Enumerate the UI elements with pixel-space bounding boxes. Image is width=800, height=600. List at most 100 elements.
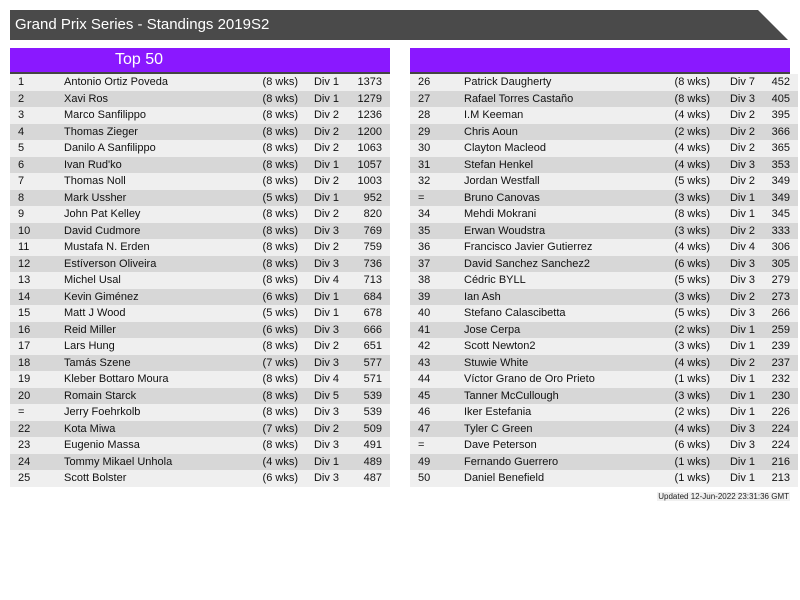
rank-cell: 31 — [410, 156, 464, 173]
rank-cell: 35 — [410, 222, 464, 239]
points: 539 — [346, 387, 390, 404]
rank-cell: 36 — [410, 239, 464, 256]
division: Div 3 — [298, 354, 346, 371]
table-row: 46 Iker Estefania (2 wks) Div 1 226 — [410, 404, 798, 421]
points: 539 — [346, 404, 390, 421]
division: Div 3 — [710, 437, 762, 454]
division: Div 2 — [710, 222, 762, 239]
table-row: 4 Thomas Zieger (8 wks) Div 2 1200 — [10, 123, 390, 140]
division: Div 3 — [298, 255, 346, 272]
player-name: Xavi Ros — [64, 90, 240, 107]
rank-cell: 46 — [410, 404, 464, 421]
division: Div 2 — [710, 288, 762, 305]
points: 237 — [762, 354, 798, 371]
title-bar: Grand Prix Series - Standings 2019S2 — [10, 10, 788, 40]
weeks-played: (6 wks) — [654, 255, 710, 272]
table-row: 49 Fernando Guerrero (1 wks) Div 1 216 — [410, 453, 798, 470]
weeks-played: (4 wks) — [654, 239, 710, 256]
division: Div 2 — [710, 173, 762, 190]
weeks-played: (8 wks) — [240, 437, 298, 454]
points: 952 — [346, 189, 390, 206]
table-row: 15 Matt J Wood (5 wks) Div 1 678 — [10, 305, 390, 322]
rank-cell: 45 — [410, 387, 464, 404]
rank-cell: 28 — [410, 107, 464, 124]
division: Div 1 — [710, 338, 762, 355]
points: 333 — [762, 222, 798, 239]
division: Div 3 — [710, 156, 762, 173]
division: Div 1 — [710, 453, 762, 470]
division: Div 3 — [710, 255, 762, 272]
division: Div 3 — [298, 437, 346, 454]
weeks-played: (3 wks) — [654, 222, 710, 239]
table-row: 9 John Pat Kelley (8 wks) Div 2 820 — [10, 206, 390, 223]
rank-cell: 16 — [10, 321, 64, 338]
points: 266 — [762, 305, 798, 322]
weeks-played: (4 wks) — [654, 354, 710, 371]
weeks-played: (8 wks) — [240, 107, 298, 124]
division: Div 2 — [298, 173, 346, 190]
weeks-played: (7 wks) — [240, 420, 298, 437]
division: Div 2 — [298, 140, 346, 157]
player-name: Antonio Ortiz Poveda — [64, 74, 240, 91]
table-row: 28 I.M Keeman (4 wks) Div 2 395 — [410, 107, 798, 124]
table-row: 45 Tanner McCullough (3 wks) Div 1 230 — [410, 387, 798, 404]
player-name: John Pat Kelley — [64, 206, 240, 223]
weeks-played: (8 wks) — [240, 272, 298, 289]
table-row: 10 David Cudmore (8 wks) Div 3 769 — [10, 222, 390, 239]
player-name: Thomas Noll — [64, 173, 240, 190]
weeks-played: (3 wks) — [654, 387, 710, 404]
standings-panel-left: Top 50 1 Antonio Ortiz Poveda (8 wks) Div 1… — [10, 48, 390, 487]
points: 224 — [762, 437, 798, 454]
points: 684 — [346, 288, 390, 305]
weeks-played: (4 wks) — [240, 453, 298, 470]
rank-cell: 18 — [10, 354, 64, 371]
points: 395 — [762, 107, 798, 124]
rank-cell: 3 — [10, 107, 64, 124]
player-name: Michel Usal — [64, 272, 240, 289]
player-name: Mark Ussher — [64, 189, 240, 206]
division: Div 5 — [298, 387, 346, 404]
points: 571 — [346, 371, 390, 388]
rank-cell: 8 — [10, 189, 64, 206]
weeks-played: (3 wks) — [654, 288, 710, 305]
rank-cell: 7 — [10, 173, 64, 190]
division: Div 3 — [710, 272, 762, 289]
rank-cell: = — [10, 404, 64, 421]
player-name: Rafael Torres Castaño — [464, 90, 654, 107]
player-name: Daniel Benefield — [464, 470, 654, 487]
rank-cell: 9 — [10, 206, 64, 223]
points: 213 — [762, 470, 798, 487]
weeks-played: (4 wks) — [654, 156, 710, 173]
weeks-played: (8 wks) — [240, 255, 298, 272]
weeks-played: (2 wks) — [654, 404, 710, 421]
updated-timestamp: Updated 12-Jun-2022 23:31:36 GMT — [657, 492, 790, 501]
weeks-played: (8 wks) — [654, 90, 710, 107]
weeks-played: (6 wks) — [240, 470, 298, 487]
player-name: I.M Keeman — [464, 107, 654, 124]
table-row: 47 Tyler C Green (4 wks) Div 3 224 — [410, 420, 798, 437]
weeks-played: (5 wks) — [654, 305, 710, 322]
player-name: Eugenio Massa — [64, 437, 240, 454]
division: Div 1 — [298, 74, 346, 91]
weeks-played: (8 wks) — [240, 90, 298, 107]
weeks-played: (4 wks) — [654, 140, 710, 157]
weeks-played: (1 wks) — [654, 371, 710, 388]
table-row: 14 Kevin Giménez (6 wks) Div 1 684 — [10, 288, 390, 305]
panel-header-title: Top 50 — [114, 51, 164, 68]
division: Div 2 — [710, 123, 762, 140]
division: Div 2 — [298, 338, 346, 355]
points: 1279 — [346, 90, 390, 107]
page-title: Grand Prix Series - Standings 2019S2 — [15, 16, 270, 33]
player-name: Tyler C Green — [464, 420, 654, 437]
rank-cell: 22 — [10, 420, 64, 437]
points: 678 — [346, 305, 390, 322]
division: Div 2 — [298, 420, 346, 437]
standings-table-left: 1 Antonio Ortiz Poveda (8 wks) Div 1 1373 2 Xa… — [10, 74, 390, 487]
rank-cell: 49 — [410, 453, 464, 470]
table-row: 24 Tommy Mikael Unhola (4 wks) Div 1 489 — [10, 453, 390, 470]
rank-cell: 23 — [10, 437, 64, 454]
points: 1200 — [346, 123, 390, 140]
points: 224 — [762, 420, 798, 437]
rank-cell: 30 — [410, 140, 464, 157]
player-name: Danilo A Sanfilippo — [64, 140, 240, 157]
